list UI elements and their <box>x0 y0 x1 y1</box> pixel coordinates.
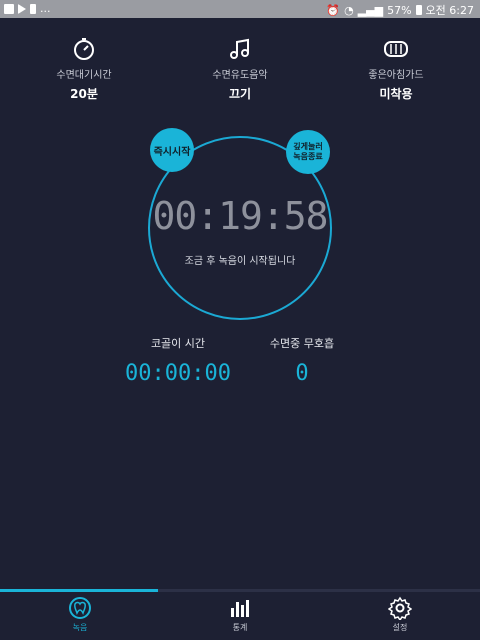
stop-recording-line1: 깊게눌러 <box>293 142 323 151</box>
status-right: ⏰ ◔ ▂▄▆ 57% 오전 6:27 <box>326 2 474 18</box>
signal-icon: ▂▄▆ <box>357 3 384 17</box>
bar-chart-icon <box>200 596 280 620</box>
nav-stats-label: 통계 <box>232 623 248 632</box>
stop-recording-line2: 녹음종료 <box>293 152 323 161</box>
mouthguard-icon <box>326 36 466 62</box>
nav-record-label: 녹음 <box>72 623 88 632</box>
morning-guard-setting[interactable]: 좋은아침가드 미착용 <box>326 36 466 102</box>
sleep-wait-label: 수면대기시간 <box>56 70 112 81</box>
nav-settings[interactable]: 설정 <box>360 596 440 633</box>
apnea-stat: 수면중 무호흡 0 <box>232 335 372 386</box>
sleep-wait-value: 20분 <box>70 87 98 101</box>
snore-time-stat: 코골이 시간 00:00:00 <box>108 335 248 386</box>
start-now-button[interactable]: 즉시시작 <box>150 128 194 172</box>
nav-stats[interactable]: 통계 <box>200 596 280 633</box>
battery-icon <box>415 5 422 15</box>
stop-recording-button[interactable]: 깊게눌러 녹음종료 <box>286 130 330 174</box>
apnea-value: 0 <box>295 361 309 386</box>
gear-icon <box>360 596 440 620</box>
battery-level: 57% <box>387 3 412 17</box>
stopwatch-icon <box>14 36 154 62</box>
morning-guard-label: 좋은아침가드 <box>368 70 424 81</box>
sleep-music-label: 수면유도음악 <box>212 70 268 81</box>
nav-settings-label: 설정 <box>392 623 408 632</box>
play-icon <box>18 3 26 14</box>
snore-time-label: 코골이 시간 <box>150 337 206 350</box>
apnea-label: 수면중 무호흡 <box>269 337 335 350</box>
nav-record[interactable]: 녹음 <box>40 596 120 633</box>
timer-subtitle: 조금 후 녹음이 시작됩니다 <box>184 256 296 267</box>
sleep-wait-setting[interactable]: 수면대기시간 20분 <box>14 36 154 102</box>
settings-row: 수면대기시간 20분 수면유도음악 끄기 좋은아침가드 미착용 <box>0 36 480 106</box>
tooth-icon <box>40 596 120 620</box>
sleep-music-value: 끄기 <box>228 87 252 101</box>
bottom-nav: 녹음 통계 설정 <box>0 592 480 640</box>
wifi-icon: ◔ <box>344 3 354 17</box>
sleep-music-setting[interactable]: 수면유도음악 끄기 <box>170 36 310 102</box>
clock: 오전 6:27 <box>425 4 474 17</box>
countdown-timer: 00:19:58 <box>152 194 328 238</box>
music-note-icon <box>170 36 310 62</box>
status-bar: ... ⏰ ◔ ▂▄▆ 57% 오전 6:27 <box>0 0 480 18</box>
gallery-icon <box>4 3 14 14</box>
status-more-text: ... <box>40 2 51 15</box>
alarm-icon: ⏰ <box>326 3 341 17</box>
clipboard-icon <box>30 3 36 14</box>
morning-guard-value: 미착용 <box>379 87 413 101</box>
snore-time-value: 00:00:00 <box>125 361 231 386</box>
status-left: ... <box>4 2 51 15</box>
